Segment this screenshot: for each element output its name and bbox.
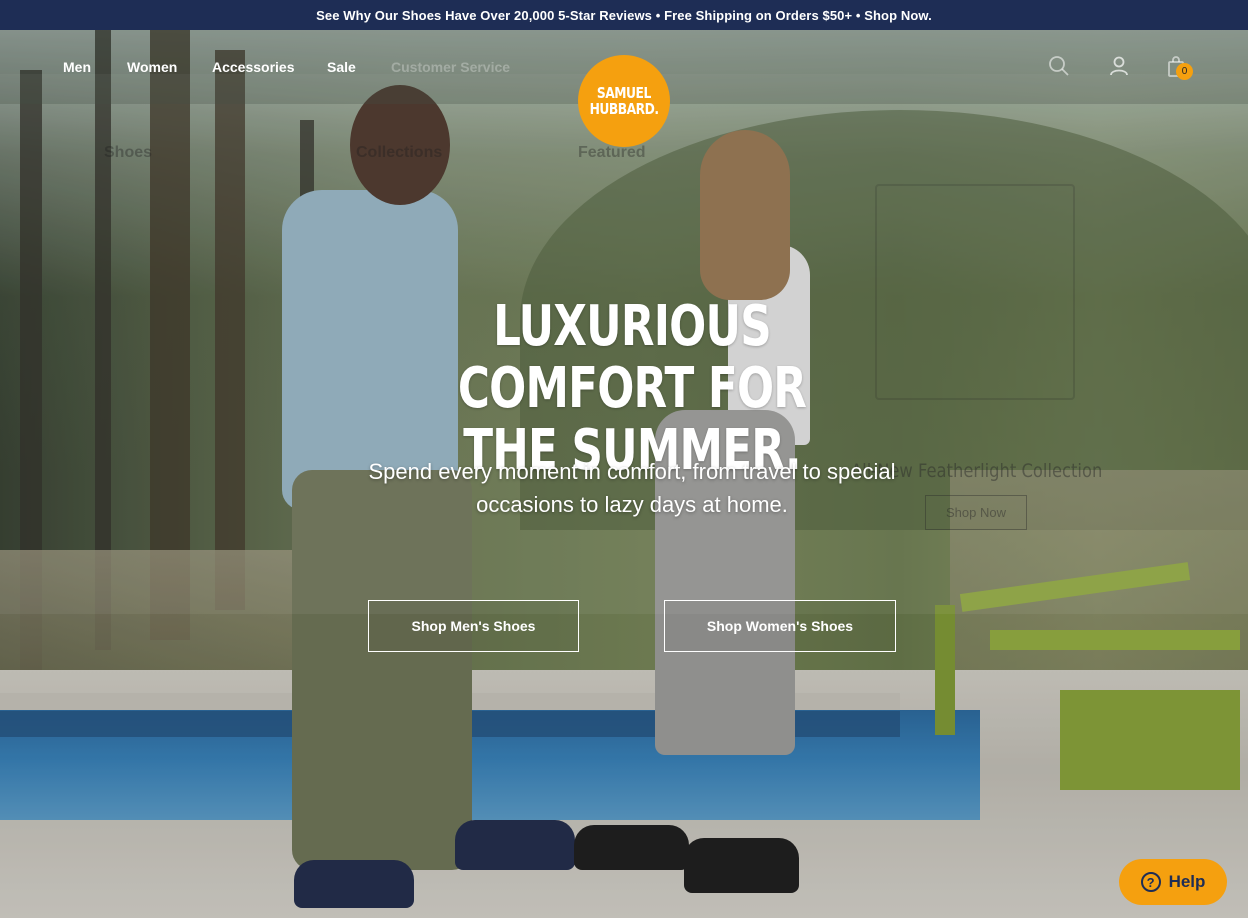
question-icon: ? (1140, 872, 1161, 892)
brand-logo[interactable]: SAMUEL HUBBARD. (578, 55, 670, 147)
logo-line1: SAMUEL (597, 84, 651, 102)
subhead-line2: occasions to lazy days at home. (476, 492, 788, 517)
ghost-col-featured: Featured (578, 144, 646, 161)
nav-accessories[interactable]: Accessories (212, 59, 295, 75)
subhead-line1: Spend every moment in comfort, from trav… (368, 459, 896, 484)
headline-line1: LUXURIOUS COMFORT FOR (457, 294, 807, 421)
nav-women[interactable]: Women (127, 59, 177, 75)
shop-mens-button[interactable]: Shop Men's Shoes (368, 600, 579, 652)
search-icon[interactable] (1047, 54, 1071, 78)
nav-sale[interactable]: Sale (327, 59, 356, 75)
user-icon[interactable] (1107, 54, 1131, 78)
help-button[interactable]: ? Help (1119, 859, 1227, 905)
announcement-bar[interactable]: See Why Our Shoes Have Over 20,000 5-Sta… (0, 0, 1248, 30)
shop-womens-button[interactable]: Shop Women's Shoes (664, 600, 896, 652)
logo-line2: HUBBARD. (589, 100, 659, 118)
ghost-col-shoes: Shoes (104, 144, 153, 161)
announcement-text[interactable]: See Why Our Shoes Have Over 20,000 5-Sta… (316, 8, 932, 23)
ghost-promo-button: Shop Now (925, 495, 1027, 530)
nav-men[interactable]: Men (63, 59, 91, 75)
ghost-promo-image (875, 184, 1075, 400)
hero-subhead: Spend every moment in comfort, from trav… (332, 455, 932, 521)
cart-count-badge: 0 (1176, 63, 1193, 80)
nav-customer-service[interactable]: Customer Service (391, 59, 510, 75)
ghost-col-collections: Collections (356, 144, 443, 161)
help-label: Help (1168, 872, 1206, 891)
